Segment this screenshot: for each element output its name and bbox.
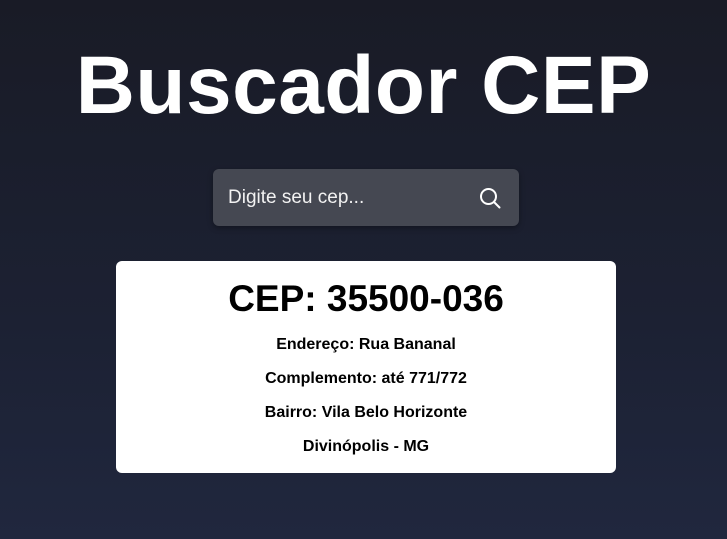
cep-heading: CEP: 35500-036 xyxy=(228,278,504,319)
address-complement: Complemento: até 771/772 xyxy=(265,370,467,387)
address-street: Endereço: Rua Bananal xyxy=(276,336,456,353)
address-result-card: CEP: 35500-036 Endereço: Rua Bananal Com… xyxy=(116,261,616,473)
search-bar xyxy=(213,169,519,226)
page-title: Buscador CEP xyxy=(75,40,652,131)
search-input[interactable] xyxy=(228,182,477,213)
address-city-state: Divinópolis - MG xyxy=(302,438,430,455)
search-icon xyxy=(480,187,501,208)
address-neighborhood: Bairro: Vila Belo Horizonte xyxy=(264,404,468,421)
search-button[interactable] xyxy=(477,185,503,211)
